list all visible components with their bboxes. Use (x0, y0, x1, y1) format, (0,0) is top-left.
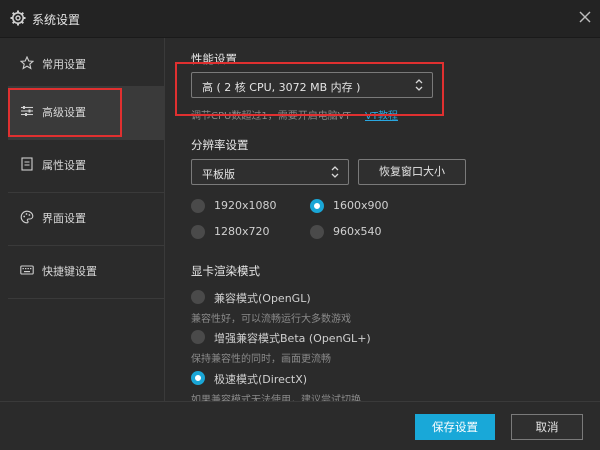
radio-1920x1080[interactable] (191, 199, 205, 213)
sidebar-item-advanced[interactable]: 高级设置 (8, 86, 164, 140)
star-icon (20, 56, 34, 70)
close-icon[interactable] (577, 9, 593, 25)
radio-label-opengl: 兼容模式(OpenGL) (214, 292, 311, 305)
performance-heading: 性能设置 (191, 52, 237, 66)
sidebar-item-label: 界面设置 (42, 212, 86, 225)
settings-sidebar: 常用设置 高级设置 属性设置 界面设置 快捷键设置 (8, 38, 165, 401)
directx-desc: 如果兼容模式无法使用，建议尝试切换 (191, 395, 361, 401)
chevron-updown-icon (331, 166, 339, 178)
settings-window: 系统设置 常用设置 高级设置 属性设置 界面设置 快捷键设置 性能设置 高 (… (0, 0, 600, 450)
resolution-mode-select[interactable]: 平板版 (191, 159, 349, 185)
sidebar-item-shortcuts[interactable]: 快捷键设置 (8, 245, 164, 299)
radio-960x540[interactable] (310, 225, 324, 239)
sliders-icon (21, 106, 33, 116)
dialog-footer: 保存设置 取消 (0, 401, 600, 450)
save-settings-button[interactable]: 保存设置 (415, 414, 495, 440)
sidebar-item-properties[interactable]: 属性设置 (8, 139, 164, 193)
sidebar-item-label: 属性设置 (42, 159, 86, 172)
radio-label-960x540: 960x540 (333, 225, 382, 238)
radio-label-opengl-plus: 增强兼容模式Beta (OpenGL+) (214, 332, 371, 345)
sidebar-item-label: 常用设置 (42, 58, 86, 71)
radio-label-1280x720: 1280x720 (214, 225, 270, 238)
title-bar: 系统设置 (0, 0, 600, 38)
performance-hint-text: 调节CPU数超过1，需要开启电脑VT (191, 111, 351, 122)
keyboard-icon (20, 265, 34, 275)
radio-opengl[interactable] (191, 290, 205, 304)
settings-content: 性能设置 高 ( 2 核 CPU, 3072 MB 内存 ) 调节CPU数超过1… (165, 38, 600, 401)
radio-opengl-plus[interactable] (191, 330, 205, 344)
resolution-mode-value: 平板版 (202, 168, 235, 181)
performance-select-value: 高 ( 2 核 CPU, 3072 MB 内存 ) (202, 81, 361, 94)
sidebar-item-label: 高级设置 (42, 106, 86, 119)
reset-window-size-button[interactable]: 恢复窗口大小 (358, 159, 466, 185)
radio-1280x720[interactable] (191, 225, 205, 239)
window-title: 系统设置 (32, 13, 81, 27)
radio-label-1920x1080: 1920x1080 (214, 199, 277, 212)
document-icon (21, 157, 33, 171)
chevron-updown-icon (415, 79, 423, 91)
performance-hint: 调节CPU数超过1，需要开启电脑VT VT教程 (191, 107, 398, 122)
opengl-desc: 兼容性好，可以流畅运行大多数游戏 (191, 314, 351, 325)
performance-select[interactable]: 高 ( 2 核 CPU, 3072 MB 内存 ) (191, 72, 433, 98)
sidebar-item-common[interactable]: 常用设置 (8, 38, 164, 92)
vt-tutorial-link[interactable]: VT教程 (365, 111, 398, 122)
cancel-button[interactable]: 取消 (511, 414, 583, 440)
radio-label-1600x900: 1600x900 (333, 199, 389, 212)
radio-directx[interactable] (191, 371, 205, 385)
render-mode-heading: 显卡渲染模式 (191, 264, 260, 278)
resolution-heading: 分辨率设置 (191, 138, 249, 152)
radio-label-directx: 极速模式(DirectX) (214, 373, 308, 386)
gear-icon (10, 10, 26, 26)
sidebar-item-interface[interactable]: 界面设置 (8, 192, 164, 246)
radio-1600x900[interactable] (310, 199, 324, 213)
opengl-plus-desc: 保持兼容性的同时，画面更流畅 (191, 354, 331, 365)
sidebar-item-label: 快捷键设置 (42, 265, 97, 278)
palette-icon (20, 210, 34, 224)
